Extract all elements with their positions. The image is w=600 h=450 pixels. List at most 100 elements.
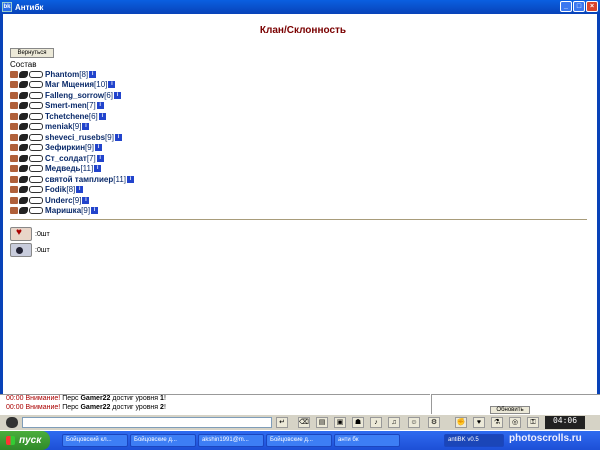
chat-mode-icon[interactable]	[6, 417, 18, 428]
info-icon[interactable]: i	[96, 154, 104, 162]
member-name[interactable]: meniak	[45, 122, 73, 131]
clan-badge-icon[interactable]	[10, 123, 18, 131]
alignment-badge-icon[interactable]	[19, 196, 28, 204]
smiley-icon[interactable]: ☺	[408, 417, 420, 428]
chat-bubble-icon[interactable]	[29, 165, 43, 173]
taskbar-item[interactable]: Бойцовские д...	[266, 434, 332, 447]
clan-badge-icon[interactable]	[10, 186, 18, 194]
save-icon[interactable]: ▣	[334, 417, 346, 428]
window-titlebar[interactable]: bk Антибк _ □ ×	[0, 0, 600, 14]
chat-bubble-icon[interactable]	[29, 81, 43, 89]
alignment-badge-icon[interactable]	[19, 144, 28, 152]
info-icon[interactable]: i	[91, 207, 99, 215]
alignment-badge-icon[interactable]	[19, 133, 28, 141]
member-name[interactable]: Маг Мщения	[45, 80, 94, 89]
chat-bubble-icon[interactable]	[29, 102, 43, 110]
taskbar-item[interactable]: akshin1991@m...	[198, 434, 264, 447]
info-icon[interactable]: i	[114, 91, 122, 99]
taskbar-item[interactable]: анти бк	[334, 434, 400, 447]
clan-badge-icon[interactable]	[10, 196, 18, 204]
member-name[interactable]: Медведь	[45, 164, 80, 173]
alignment-badge-icon[interactable]	[19, 207, 28, 215]
clan-badge-icon[interactable]	[10, 112, 18, 120]
chat-bubble-icon[interactable]	[29, 70, 43, 78]
taskbar-item[interactable]: Бойцовские д...	[130, 434, 196, 447]
member-name[interactable]: Phantom	[45, 70, 79, 79]
alignment-badge-icon[interactable]	[19, 123, 28, 131]
alignment-badge-icon[interactable]	[19, 81, 28, 89]
send-icon[interactable]: ↵	[276, 417, 288, 428]
taskbar-item[interactable]: Бойцовский кл...	[62, 434, 128, 447]
clan-badge-icon[interactable]	[10, 207, 18, 215]
alignment-badge-icon[interactable]	[19, 102, 28, 110]
chat-log[interactable]: 00:00 Внимание! Перс Gamer22 достиг уров…	[0, 394, 430, 414]
member-name[interactable]: Ст_солдат	[45, 154, 87, 163]
member-name[interactable]: святой тамплиер	[45, 175, 113, 184]
chat-bubble-icon[interactable]	[29, 112, 43, 120]
start-button[interactable]: пуск	[0, 431, 50, 450]
chat-time[interactable]: 00:00	[6, 404, 24, 411]
heart-scroll-icon[interactable]	[10, 227, 32, 241]
clan-badge-icon[interactable]	[10, 102, 18, 110]
filter-icon[interactable]: ▤	[316, 417, 328, 428]
clan-badge-icon[interactable]	[10, 175, 18, 183]
info-icon[interactable]: i	[96, 102, 104, 110]
settings-icon[interactable]: ⚙	[428, 417, 440, 428]
potion-icon[interactable]: ⚗	[491, 417, 503, 428]
member-name[interactable]: Tchetchene	[45, 112, 89, 121]
info-icon[interactable]: i	[82, 196, 90, 204]
clan-badge-icon[interactable]	[10, 165, 18, 173]
member-name[interactable]: Smert-men	[45, 101, 87, 110]
alignment-badge-icon[interactable]	[19, 112, 28, 120]
back-button[interactable]: Вернуться	[10, 48, 54, 58]
fist-icon[interactable]: ✊	[455, 417, 467, 428]
member-name[interactable]: Falleng_sorrow	[45, 91, 104, 100]
clan-badge-icon[interactable]	[10, 144, 18, 152]
chat-bubble-icon[interactable]	[29, 133, 43, 141]
info-icon[interactable]: i	[89, 70, 97, 78]
chat-bubble-icon[interactable]	[29, 154, 43, 162]
heart-icon[interactable]: ♥	[473, 417, 485, 428]
chat-player-name[interactable]: Gamer22	[80, 404, 110, 411]
alignment-badge-icon[interactable]	[19, 70, 28, 78]
walk-icon[interactable]: ☗	[352, 417, 364, 428]
clan-badge-icon[interactable]	[10, 70, 18, 78]
alignment-badge-icon[interactable]	[19, 186, 28, 194]
chat-bubble-icon[interactable]	[29, 91, 43, 99]
chat-bubble-icon[interactable]	[29, 186, 43, 194]
maximize-button[interactable]: □	[573, 1, 585, 12]
music-icon[interactable]: ♫	[388, 417, 400, 428]
minimize-button[interactable]: _	[560, 1, 572, 12]
chat-input[interactable]	[22, 417, 272, 428]
member-name[interactable]: Зефиркин	[45, 143, 85, 152]
dark-scroll-icon[interactable]	[10, 243, 32, 257]
info-icon[interactable]: i	[108, 81, 116, 89]
ring-icon[interactable]: ◎	[509, 417, 521, 428]
chat-bubble-icon[interactable]	[29, 144, 43, 152]
clan-badge-icon[interactable]	[10, 81, 18, 89]
clear-icon[interactable]: ⌫	[298, 417, 310, 428]
info-icon[interactable]: i	[76, 186, 84, 194]
member-name[interactable]: sheveci_rusebs	[45, 133, 105, 142]
chat-time[interactable]: 00:00	[6, 395, 24, 402]
refresh-button[interactable]: Обновить	[490, 406, 530, 414]
alignment-badge-icon[interactable]	[19, 165, 28, 173]
info-icon[interactable]: i	[114, 133, 122, 141]
chat-player-name[interactable]: Gamer22	[80, 395, 110, 402]
info-icon[interactable]: i	[94, 144, 102, 152]
alignment-badge-icon[interactable]	[19, 175, 28, 183]
chat-bubble-icon[interactable]	[29, 207, 43, 215]
info-icon[interactable]: i	[98, 112, 106, 120]
member-name[interactable]: Маришка	[45, 206, 81, 215]
taskbar-item[interactable]: antiBK v0.5	[444, 434, 504, 447]
clan-badge-icon[interactable]	[10, 133, 18, 141]
key-icon[interactable]: ⚿	[527, 417, 539, 428]
member-name[interactable]: Fodik	[45, 185, 66, 194]
alignment-badge-icon[interactable]	[19, 154, 28, 162]
chat-bubble-icon[interactable]	[29, 196, 43, 204]
sound-icon[interactable]: ♪	[370, 417, 382, 428]
alignment-badge-icon[interactable]	[19, 91, 28, 99]
chat-bubble-icon[interactable]	[29, 123, 43, 131]
info-icon[interactable]: i	[82, 123, 90, 131]
clan-badge-icon[interactable]	[10, 91, 18, 99]
